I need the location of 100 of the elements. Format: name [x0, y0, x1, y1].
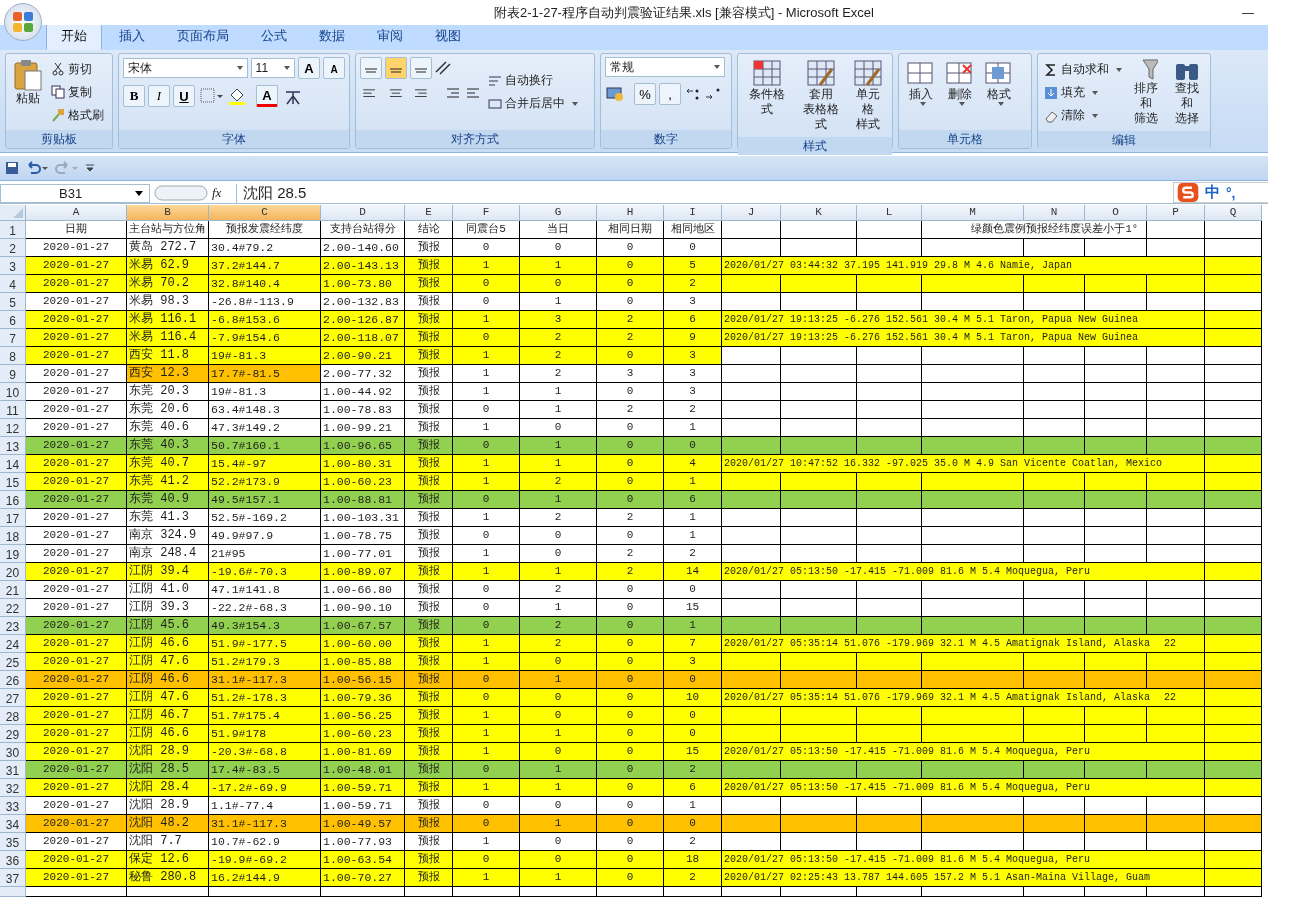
- column-header[interactable]: O: [1085, 205, 1147, 221]
- row-header[interactable]: 29: [0, 725, 26, 743]
- redo-icon[interactable]: [55, 161, 79, 175]
- ribbon-button[interactable]: 删除: [942, 57, 978, 127]
- row-header[interactable]: 26: [0, 671, 26, 689]
- column-header[interactable]: Q: [1205, 205, 1262, 221]
- ime-mode[interactable]: 中: [1205, 183, 1220, 202]
- column-header[interactable]: P: [1147, 205, 1205, 221]
- column-header[interactable]: B: [127, 205, 209, 221]
- row-header[interactable]: 4: [0, 275, 26, 293]
- insert-function-button[interactable]: fx: [212, 185, 232, 201]
- row-header[interactable]: 16: [0, 491, 26, 509]
- row-header[interactable]: 34: [0, 815, 26, 833]
- column-header[interactable]: H: [597, 205, 664, 221]
- row-header[interactable]: 2: [0, 239, 26, 257]
- column-header[interactable]: C: [209, 205, 321, 221]
- column-header[interactable]: G: [520, 205, 597, 221]
- ribbon-button[interactable]: 填充: [1042, 82, 1124, 103]
- grow-font-button[interactable]: A: [298, 57, 320, 79]
- paste-button[interactable]: 粘贴: [10, 57, 46, 127]
- align-button[interactable]: [410, 57, 432, 79]
- ribbon-button[interactable]: 格式: [981, 57, 1017, 127]
- ime-toolbar[interactable]: 中 °,: [1173, 182, 1268, 203]
- percent-button[interactable]: %: [634, 83, 656, 105]
- font-color-button[interactable]: A: [256, 85, 278, 107]
- row-header[interactable]: 14: [0, 455, 26, 473]
- merge-center-button[interactable]: 合并后居中: [486, 93, 580, 114]
- row-header[interactable]: 17: [0, 509, 26, 527]
- wrap-text-button[interactable]: 自动换行: [486, 70, 580, 91]
- row-header[interactable]: 6: [0, 311, 26, 329]
- format-button[interactable]: U: [173, 85, 195, 107]
- formula-field[interactable]: 沈阳 28.5: [236, 183, 1168, 203]
- row-header[interactable]: 11: [0, 401, 26, 419]
- name-box[interactable]: B31: [0, 183, 150, 203]
- ribbon-button[interactable]: 清除: [1042, 105, 1124, 126]
- column-header[interactable]: L: [857, 205, 922, 221]
- align-button[interactable]: [385, 57, 407, 79]
- ribbon-button[interactable]: 查找和 选择: [1168, 57, 1206, 128]
- ribbon-tab[interactable]: 公式: [246, 23, 302, 50]
- row-header[interactable]: 20: [0, 563, 26, 581]
- column-header[interactable]: D: [321, 205, 405, 221]
- row-header[interactable]: 37: [0, 869, 26, 887]
- ribbon-button[interactable]: 单元格 样式: [848, 57, 888, 134]
- row-header[interactable]: 13: [0, 437, 26, 455]
- ribbon-tab[interactable]: 数据: [304, 23, 360, 50]
- ribbon-button[interactable]: 自动求和: [1042, 59, 1124, 80]
- column-header[interactable]: K: [781, 205, 857, 221]
- shrink-font-button[interactable]: A: [323, 57, 345, 79]
- font-dropdown[interactable]: 宋体: [123, 58, 248, 78]
- row-header[interactable]: 28: [0, 707, 26, 725]
- row-header[interactable]: 21: [0, 581, 26, 599]
- ribbon-button[interactable]: 剪切: [49, 58, 106, 80]
- ribbon-tab[interactable]: 开始: [46, 23, 102, 50]
- row-header[interactable]: 25: [0, 653, 26, 671]
- column-header[interactable]: N: [1024, 205, 1085, 221]
- row-header[interactable]: 35: [0, 833, 26, 851]
- ribbon-button[interactable]: 格式刷: [49, 104, 106, 126]
- row-header[interactable]: 32: [0, 779, 26, 797]
- ribbon-button[interactable]: 复制: [49, 81, 106, 103]
- row-header[interactable]: 30: [0, 743, 26, 761]
- row-header[interactable]: 36: [0, 851, 26, 869]
- align-button[interactable]: [360, 57, 382, 79]
- ribbon-button[interactable]: 套用 表格格式: [795, 57, 846, 134]
- row-header[interactable]: 9: [0, 365, 26, 383]
- minimize-button[interactable]: —: [1228, 5, 1268, 20]
- ribbon-button[interactable]: 插入: [903, 57, 939, 127]
- row-header[interactable]: 5: [0, 293, 26, 311]
- row-header[interactable]: 27: [0, 689, 26, 707]
- row-header[interactable]: 31: [0, 761, 26, 779]
- row-header[interactable]: 23: [0, 617, 26, 635]
- row-header[interactable]: 1: [0, 221, 26, 239]
- ribbon-tab[interactable]: 页面布局: [162, 23, 244, 50]
- office-button[interactable]: [4, 3, 42, 41]
- row-header[interactable]: 7: [0, 329, 26, 347]
- column-header[interactable]: F: [453, 205, 520, 221]
- row-header[interactable]: 33: [0, 797, 26, 815]
- undo-icon[interactable]: [25, 161, 49, 175]
- ribbon-tab[interactable]: 审阅: [362, 23, 418, 50]
- row-header[interactable]: 15: [0, 473, 26, 491]
- row-header[interactable]: 8: [0, 347, 26, 365]
- column-header[interactable]: M: [922, 205, 1024, 221]
- comma-button[interactable]: ,: [659, 83, 681, 105]
- row-header[interactable]: [0, 887, 26, 897]
- ribbon-button[interactable]: 条件格式: [742, 57, 793, 134]
- column-header[interactable]: E: [405, 205, 453, 221]
- ribbon-button[interactable]: 排序和 筛选: [1127, 57, 1165, 128]
- column-header[interactable]: J: [722, 205, 781, 221]
- ribbon-tab[interactable]: 插入: [104, 23, 160, 50]
- row-header[interactable]: 3: [0, 257, 26, 275]
- ime-punctuation[interactable]: °,: [1226, 184, 1236, 201]
- font-size-dropdown[interactable]: 11: [250, 58, 295, 78]
- row-header[interactable]: 12: [0, 419, 26, 437]
- format-button[interactable]: I: [148, 85, 170, 107]
- row-header[interactable]: 10: [0, 383, 26, 401]
- row-header[interactable]: 24: [0, 635, 26, 653]
- column-header[interactable]: A: [26, 205, 127, 221]
- row-header[interactable]: 18: [0, 527, 26, 545]
- save-icon[interactable]: [5, 161, 19, 175]
- ribbon-tab[interactable]: 视图: [420, 23, 476, 50]
- row-header[interactable]: 22: [0, 599, 26, 617]
